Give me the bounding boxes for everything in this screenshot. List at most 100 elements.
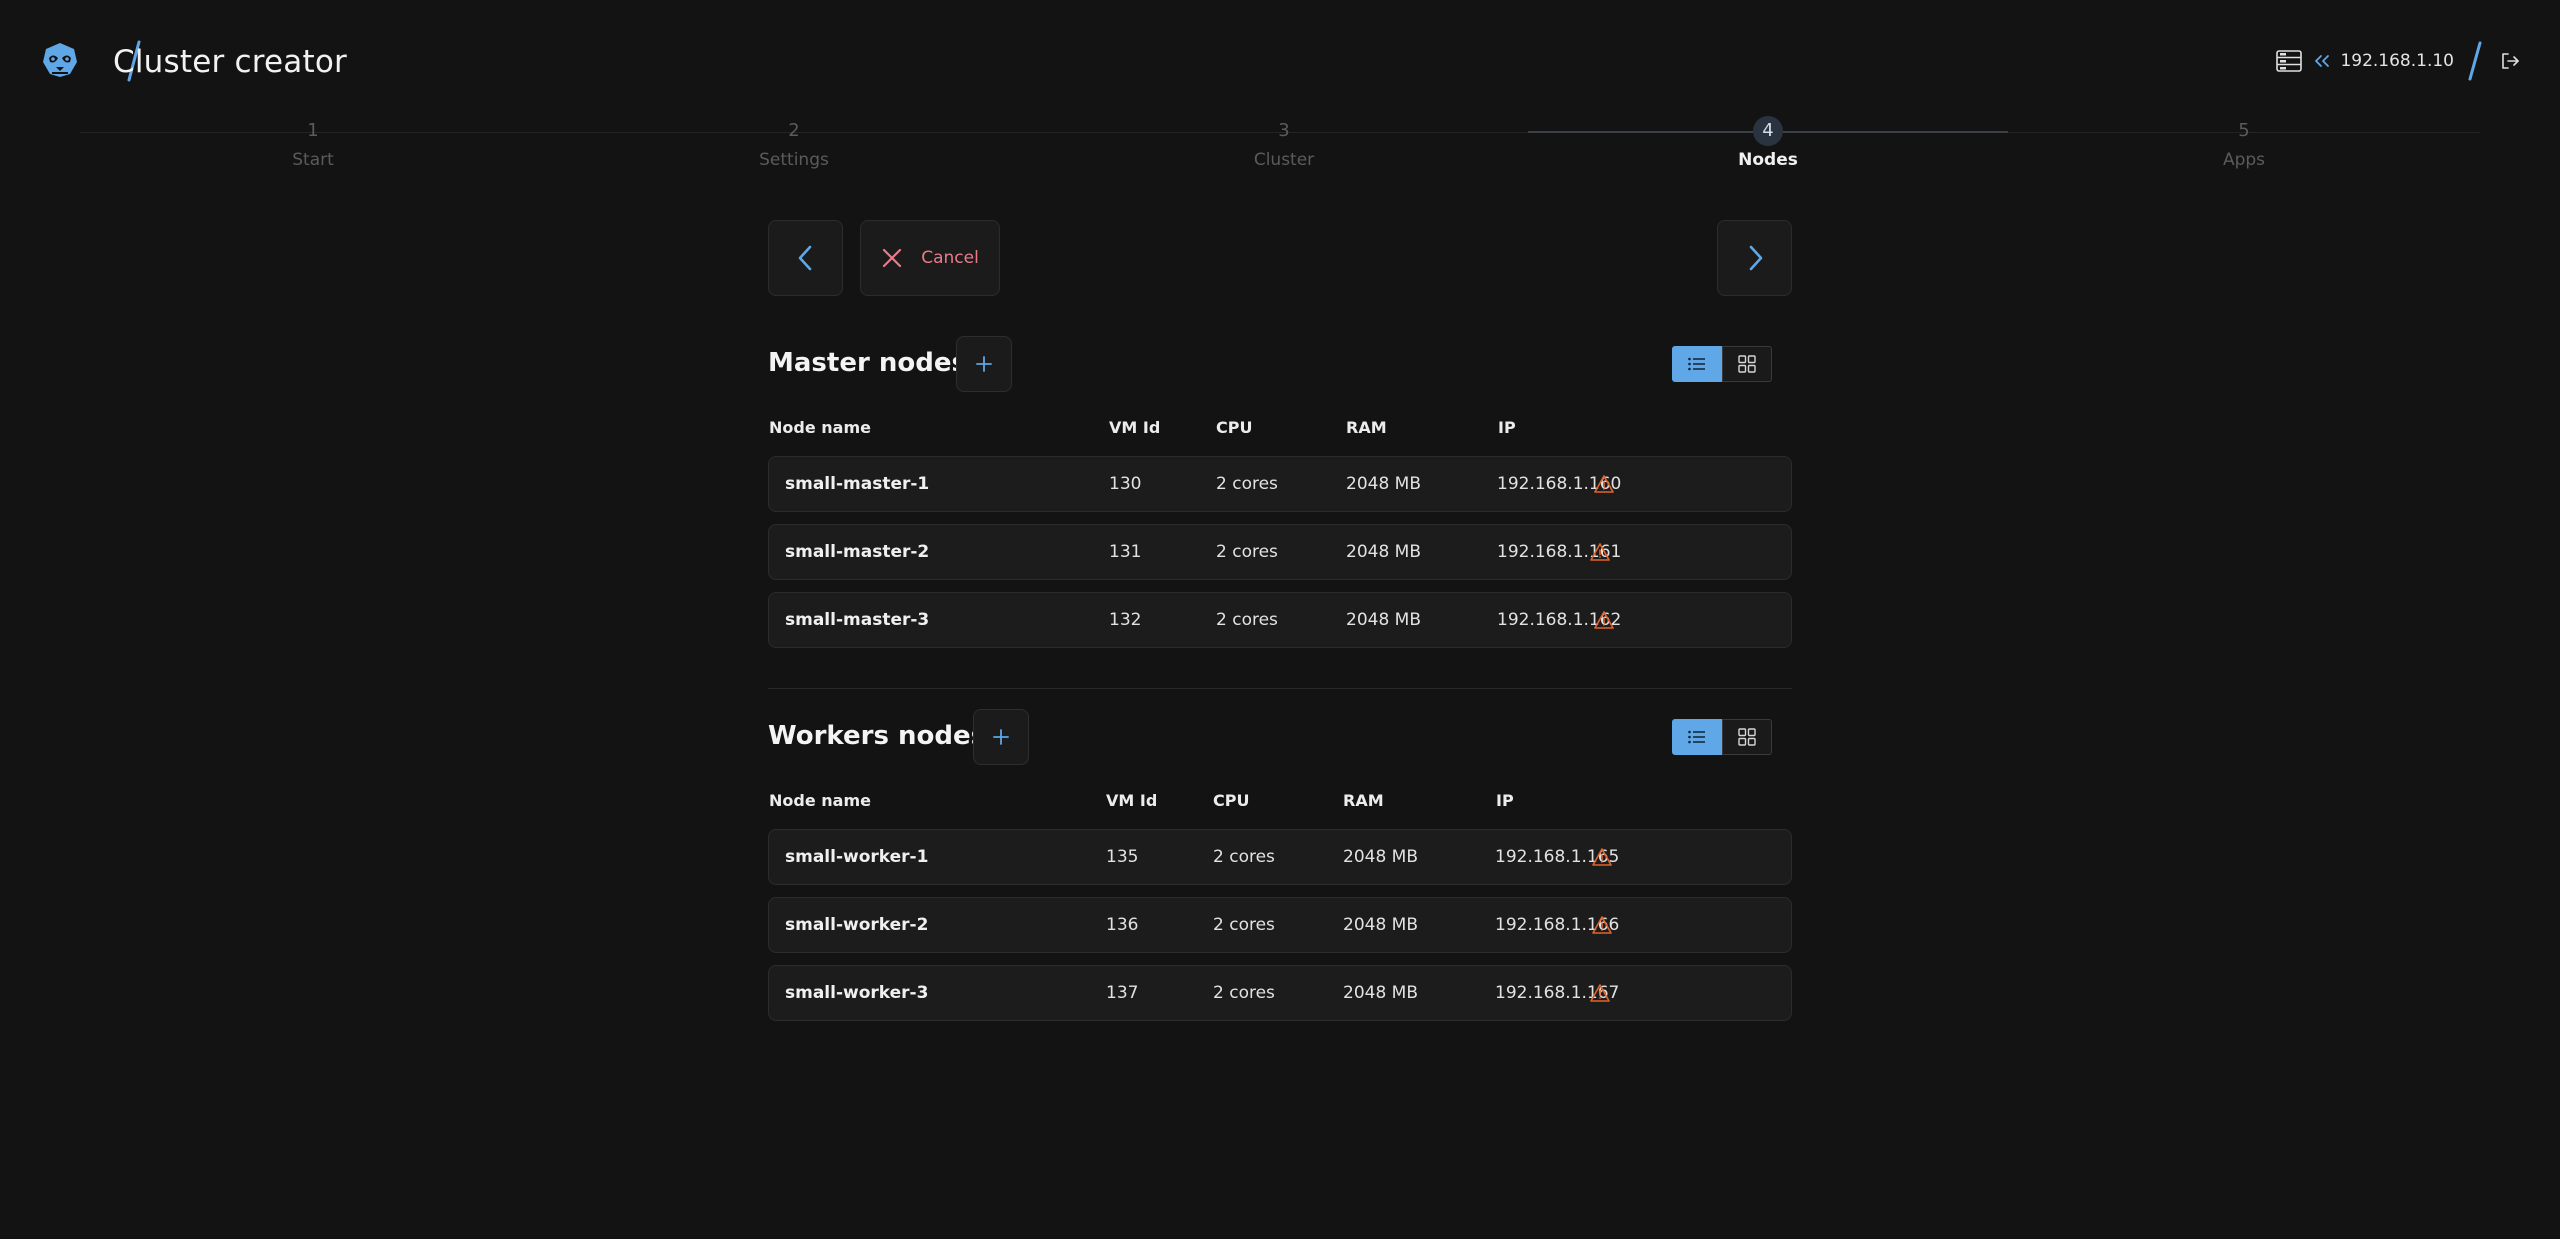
worker-nodes-section: Workers nodes Node name VM Id CPU RAM IP…: [768, 709, 1792, 1021]
add-worker-node-button[interactable]: [973, 709, 1029, 765]
ram-value: 2048 MB: [1343, 983, 1418, 1003]
step-settings[interactable]: 2 Settings: [694, 116, 894, 170]
step-label: Cluster: [1253, 150, 1315, 170]
ram-value: 2048 MB: [1343, 915, 1418, 935]
column-header-cpu: CPU: [1216, 418, 1253, 437]
list-view-button[interactable]: [1672, 719, 1722, 755]
grid-view-button[interactable]: [1722, 346, 1772, 382]
cpu-value: 2 cores: [1213, 983, 1275, 1003]
vm-id: 137: [1106, 983, 1139, 1003]
column-header-ip: IP: [1496, 791, 1514, 810]
step-number: 3: [1278, 120, 1290, 141]
warning-icon[interactable]: [1592, 847, 1612, 867]
vm-id: 130: [1109, 474, 1142, 494]
plus-icon: [993, 729, 1009, 745]
header-actions: 192.168.1.10: [2276, 41, 2520, 81]
column-header-vm-id: VM Id: [1109, 418, 1161, 437]
warning-icon[interactable]: [1594, 474, 1614, 494]
column-header-node-name: Node name: [769, 418, 871, 437]
section-title: Master nodes: [768, 348, 967, 378]
cancel-button[interactable]: Cancel: [860, 220, 1000, 296]
step-label: Start: [292, 150, 334, 170]
column-header-ip: IP: [1498, 418, 1516, 437]
list-icon: [1688, 730, 1705, 744]
wizard-stepper: 1 Start 2 Settings 3 Cluster 4 Nodes 5 A…: [0, 116, 2560, 186]
table-header: Node name VM Id CPU RAM IP: [768, 787, 1792, 817]
logout-icon[interactable]: [2500, 51, 2520, 71]
step-label: Apps: [2222, 150, 2266, 170]
ram-value: 2048 MB: [1346, 610, 1421, 630]
table-row[interactable]: small-master-1 130 2 cores 2048 MB 192.1…: [768, 456, 1792, 512]
cpu-value: 2 cores: [1213, 847, 1275, 867]
column-header-vm-id: VM Id: [1106, 791, 1158, 810]
grid-view-button[interactable]: [1722, 719, 1772, 755]
table-row[interactable]: small-master-2 131 2 cores 2048 MB 192.1…: [768, 524, 1792, 580]
master-nodes-section: Master nodes Node name VM Id CPU RAM IP …: [768, 336, 1792, 648]
vm-id: 131: [1109, 542, 1142, 562]
section-header: Master nodes: [768, 336, 1792, 392]
view-toggle: [1672, 719, 1772, 755]
node-name: small-master-3: [785, 610, 930, 630]
step-number: 1: [307, 120, 319, 141]
section-title: Workers nodes: [768, 721, 987, 751]
step-number-active: 4: [1753, 116, 1783, 146]
step-number: 5: [2238, 120, 2250, 141]
node-name: small-worker-1: [785, 847, 929, 867]
view-toggle: [1672, 346, 1772, 382]
table-row[interactable]: small-worker-1 135 2 cores 2048 MB 192.1…: [768, 829, 1792, 885]
chevron-right-icon: [1749, 245, 1762, 271]
grid-icon: [1738, 355, 1756, 373]
warning-icon[interactable]: [1592, 915, 1612, 935]
plus-icon: [976, 356, 992, 372]
node-name: small-worker-2: [785, 915, 929, 935]
step-cluster[interactable]: 3 Cluster: [1184, 116, 1384, 170]
node-name: small-master-2: [785, 542, 930, 562]
column-header-ram: RAM: [1343, 791, 1384, 810]
vm-id: 136: [1106, 915, 1139, 935]
section-divider: [768, 688, 1792, 689]
table-row[interactable]: small-worker-3 137 2 cores 2048 MB 192.1…: [768, 965, 1792, 1021]
node-name: small-worker-3: [785, 983, 929, 1003]
grid-icon: [1738, 728, 1756, 746]
ram-value: 2048 MB: [1346, 542, 1421, 562]
header-separator-icon: [2468, 41, 2482, 81]
step-nodes[interactable]: 4 Nodes: [1668, 116, 1868, 170]
double-chevron-left-icon[interactable]: [2314, 53, 2330, 69]
wizard-navigation: Cancel: [768, 220, 1792, 296]
table-header: Node name VM Id CPU RAM IP: [768, 414, 1792, 444]
list-view-button[interactable]: [1672, 346, 1722, 382]
step-number: 2: [788, 120, 800, 141]
app-root: Cluster creator 192.168.1.10 1 Start 2 S…: [0, 0, 2560, 1239]
table-row[interactable]: small-worker-2 136 2 cores 2048 MB 192.1…: [768, 897, 1792, 953]
warning-icon[interactable]: [1590, 542, 1610, 562]
next-button[interactable]: [1717, 220, 1792, 296]
ram-value: 2048 MB: [1343, 847, 1418, 867]
step-start[interactable]: 1 Start: [213, 116, 413, 170]
chevron-left-icon: [798, 245, 811, 271]
add-master-node-button[interactable]: [956, 336, 1012, 392]
step-apps[interactable]: 5 Apps: [2144, 116, 2344, 170]
table-row[interactable]: small-master-3 132 2 cores 2048 MB 192.1…: [768, 592, 1792, 648]
page-title: Cluster creator: [113, 44, 347, 80]
warning-icon[interactable]: [1594, 610, 1614, 630]
main-content: Cancel Master nodes Node name VM Id CPU …: [768, 220, 1792, 1021]
server-icon[interactable]: [2276, 50, 2303, 72]
header: Cluster creator 192.168.1.10: [40, 36, 2520, 86]
cancel-label: Cancel: [921, 248, 979, 268]
list-icon: [1688, 357, 1705, 371]
cpu-value: 2 cores: [1216, 474, 1278, 494]
warning-icon[interactable]: [1590, 983, 1610, 1003]
vm-id: 135: [1106, 847, 1139, 867]
column-header-cpu: CPU: [1213, 791, 1250, 810]
close-icon: [883, 248, 902, 268]
section-header: Workers nodes: [768, 709, 1792, 765]
cpu-value: 2 cores: [1216, 610, 1278, 630]
host-address[interactable]: 192.168.1.10: [2340, 51, 2454, 71]
step-label-active: Nodes: [1738, 150, 1798, 170]
previous-button[interactable]: [768, 220, 843, 296]
column-header-ram: RAM: [1346, 418, 1387, 437]
node-name: small-master-1: [785, 474, 930, 494]
column-header-node-name: Node name: [769, 791, 871, 810]
cpu-value: 2 cores: [1216, 542, 1278, 562]
step-label: Settings: [759, 150, 829, 170]
